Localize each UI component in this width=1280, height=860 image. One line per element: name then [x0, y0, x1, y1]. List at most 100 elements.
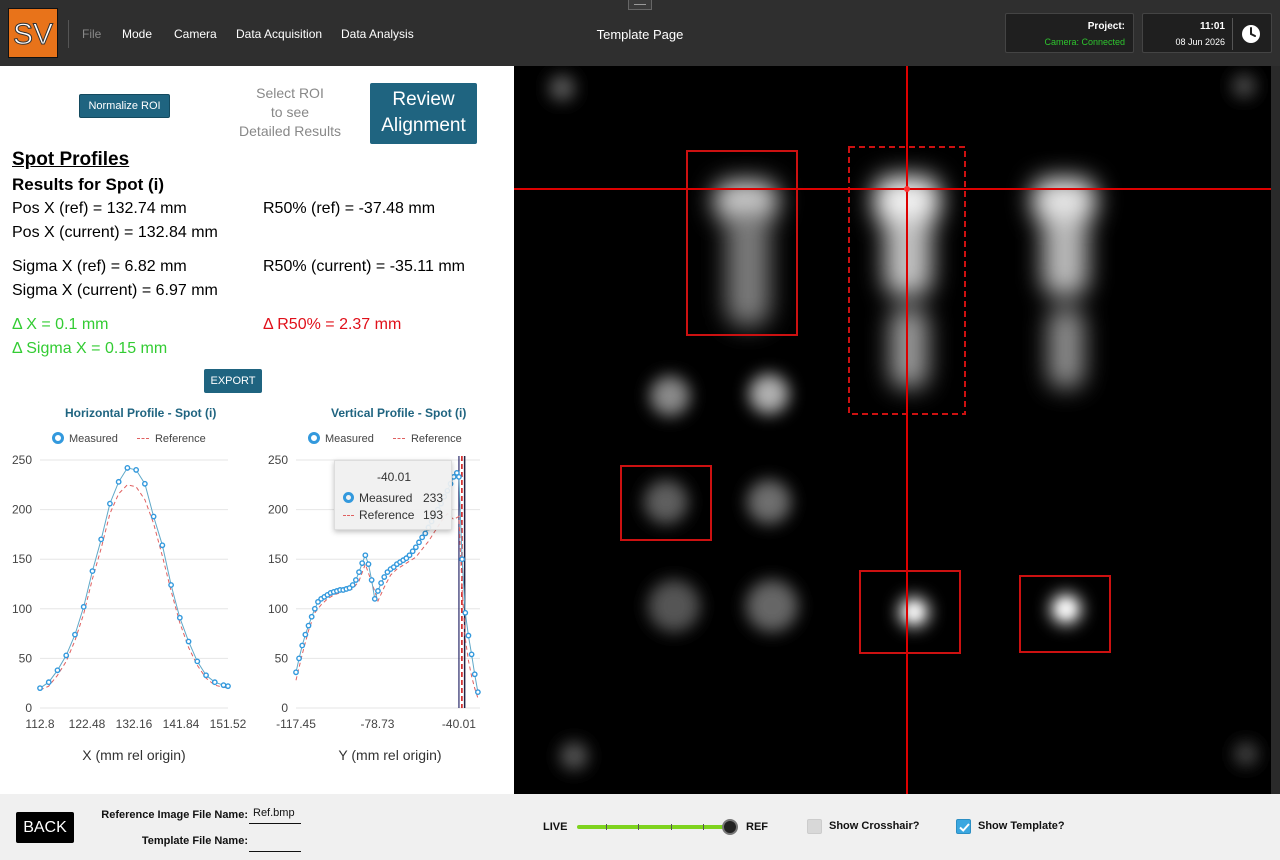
measured-point	[63, 652, 70, 659]
measured-point	[168, 582, 174, 588]
legend-measured: Measured	[325, 433, 374, 445]
y-tick-label: 150	[12, 552, 32, 566]
legend-reference: Reference	[154, 433, 206, 445]
clock-icon	[1242, 25, 1260, 43]
r50-current: R50% (current) = -35.11 mm	[263, 258, 465, 275]
measured-point	[107, 500, 113, 507]
image-scrollbar[interactable]	[1271, 66, 1280, 794]
measured-point	[211, 679, 218, 686]
measured-point	[359, 560, 366, 567]
x-tick-label: 141.84	[163, 717, 200, 731]
measured-point	[185, 638, 192, 645]
measured-point	[80, 603, 87, 610]
select-roi-hint: Select ROI to see Detailed Results	[230, 84, 350, 141]
measured-point	[225, 683, 231, 690]
tooltip-measured-label: Measured	[359, 491, 413, 505]
template-file-label: Template File Name:	[141, 835, 248, 847]
measured-point	[308, 613, 315, 620]
measured-point	[45, 679, 52, 686]
menu-data-acquisition[interactable]: Data Acquisition	[236, 27, 322, 41]
y-tick-label: 250	[12, 453, 32, 467]
show-template-checkbox[interactable]	[956, 819, 971, 834]
menu-camera[interactable]: Camera	[174, 27, 217, 41]
measured-point	[89, 568, 96, 575]
back-button[interactable]: BACK	[16, 812, 74, 843]
legend-measured: Measured	[69, 433, 118, 445]
legend-reference: Reference	[410, 433, 462, 445]
review-alignment-button[interactable]: Review Alignment	[370, 83, 477, 144]
y-tick-label: 200	[268, 503, 288, 517]
pos-x-ref: Pos X (ref) = 132.74 mm	[12, 200, 187, 217]
measured-point	[368, 577, 375, 583]
measured-point	[406, 552, 413, 559]
measured-point	[220, 682, 227, 689]
pos-x-current: Pos X (current) = 132.84 mm	[12, 224, 218, 241]
vertical-chart-legend[interactable]: Measured Reference	[308, 432, 462, 445]
ref-image-label: Reference Image File Name:	[101, 809, 248, 821]
y-tick-label: 50	[275, 651, 289, 665]
slider-tick	[638, 824, 639, 830]
normalize-roi-button[interactable]: Normalize ROI	[79, 94, 170, 118]
horizontal-chart-legend[interactable]: Measured Reference	[52, 432, 206, 445]
measured-legend-icon	[308, 432, 320, 444]
y-tick-label: 50	[19, 651, 33, 665]
beam-image[interactable]	[514, 66, 1280, 794]
show-crosshair-checkbox[interactable]	[807, 819, 822, 834]
ref-image-field[interactable]: Ref.bmp	[249, 806, 301, 824]
measured-point	[456, 473, 462, 480]
measured-series-icon	[343, 492, 354, 503]
reference-series-icon	[343, 515, 354, 516]
measured-point	[409, 548, 416, 555]
measured-point	[381, 574, 388, 580]
export-button[interactable]: EXPORT	[204, 369, 262, 393]
measured-point	[37, 685, 43, 692]
bottom-bar: BACK Reference Image File Name: Ref.bmp …	[0, 794, 1280, 860]
measured-point	[356, 569, 362, 575]
measured-point	[459, 556, 466, 563]
live-ref-slider-knob[interactable]	[722, 819, 738, 835]
measured-point	[141, 480, 148, 487]
measured-point	[474, 689, 481, 696]
measured-point	[296, 655, 302, 662]
measured-point	[352, 577, 359, 583]
measured-point	[302, 631, 309, 638]
camera-image-viewer[interactable]	[514, 66, 1280, 794]
window-handle[interactable]	[628, 0, 652, 10]
measured-point	[419, 534, 426, 541]
slider-tick	[606, 824, 607, 830]
measured-point	[124, 465, 131, 471]
x-tick-label: -40.01	[442, 717, 476, 731]
project-label: Project:	[1087, 21, 1125, 32]
results-panel: Normalize ROI Select ROI to see Detailed…	[0, 66, 514, 794]
tooltip-reference-value: 193	[423, 508, 444, 522]
clock-date: 08 Jun 2026	[1175, 37, 1225, 47]
menu-mode[interactable]: Mode	[122, 27, 152, 41]
top-bar: SV File Mode Camera Data Acquisition Dat…	[0, 0, 1280, 66]
select-roi-hint-line: Select ROI	[256, 85, 324, 101]
chart-tooltip: -40.01 Measured 233 Reference 193	[334, 460, 452, 530]
r50-ref: R50% (ref) = -37.48 mm	[263, 200, 436, 217]
y-tick-label: 100	[268, 602, 288, 616]
review-alignment-label: Review	[392, 89, 455, 110]
template-file-field[interactable]	[249, 834, 301, 852]
live-label: LIVE	[543, 821, 568, 833]
show-crosshair-label: Show Crosshair?	[829, 820, 920, 832]
measured-point	[311, 605, 318, 612]
clock-box[interactable]: 11:01 08 Jun 2026	[1142, 13, 1272, 53]
measured-point	[375, 588, 381, 594]
menu-data-analysis[interactable]: Data Analysis	[341, 27, 414, 41]
live-ref-slider[interactable]	[577, 825, 729, 829]
y-tick-label: 250	[268, 453, 288, 467]
menu-file[interactable]: File	[82, 27, 101, 41]
delta-sigma-x: Δ Sigma X = 0.15 mm	[12, 340, 168, 357]
x-tick-label: -78.73	[360, 717, 394, 731]
measured-point	[462, 609, 469, 616]
horizontal-profile-chart[interactable]: 0 50 100 150 200 250 112.8 122.48 132.16 141.84 15…	[0, 450, 250, 740]
x-tick-label: 151.52	[210, 717, 247, 731]
reference-legend-icon	[392, 438, 405, 439]
measured-point	[305, 622, 312, 629]
horizontal-chart-xlabel: X (mm rel origin)	[82, 747, 186, 763]
reference-series-line	[295, 512, 479, 699]
y-tick-label: 100	[12, 602, 32, 616]
measured-point	[471, 671, 478, 678]
